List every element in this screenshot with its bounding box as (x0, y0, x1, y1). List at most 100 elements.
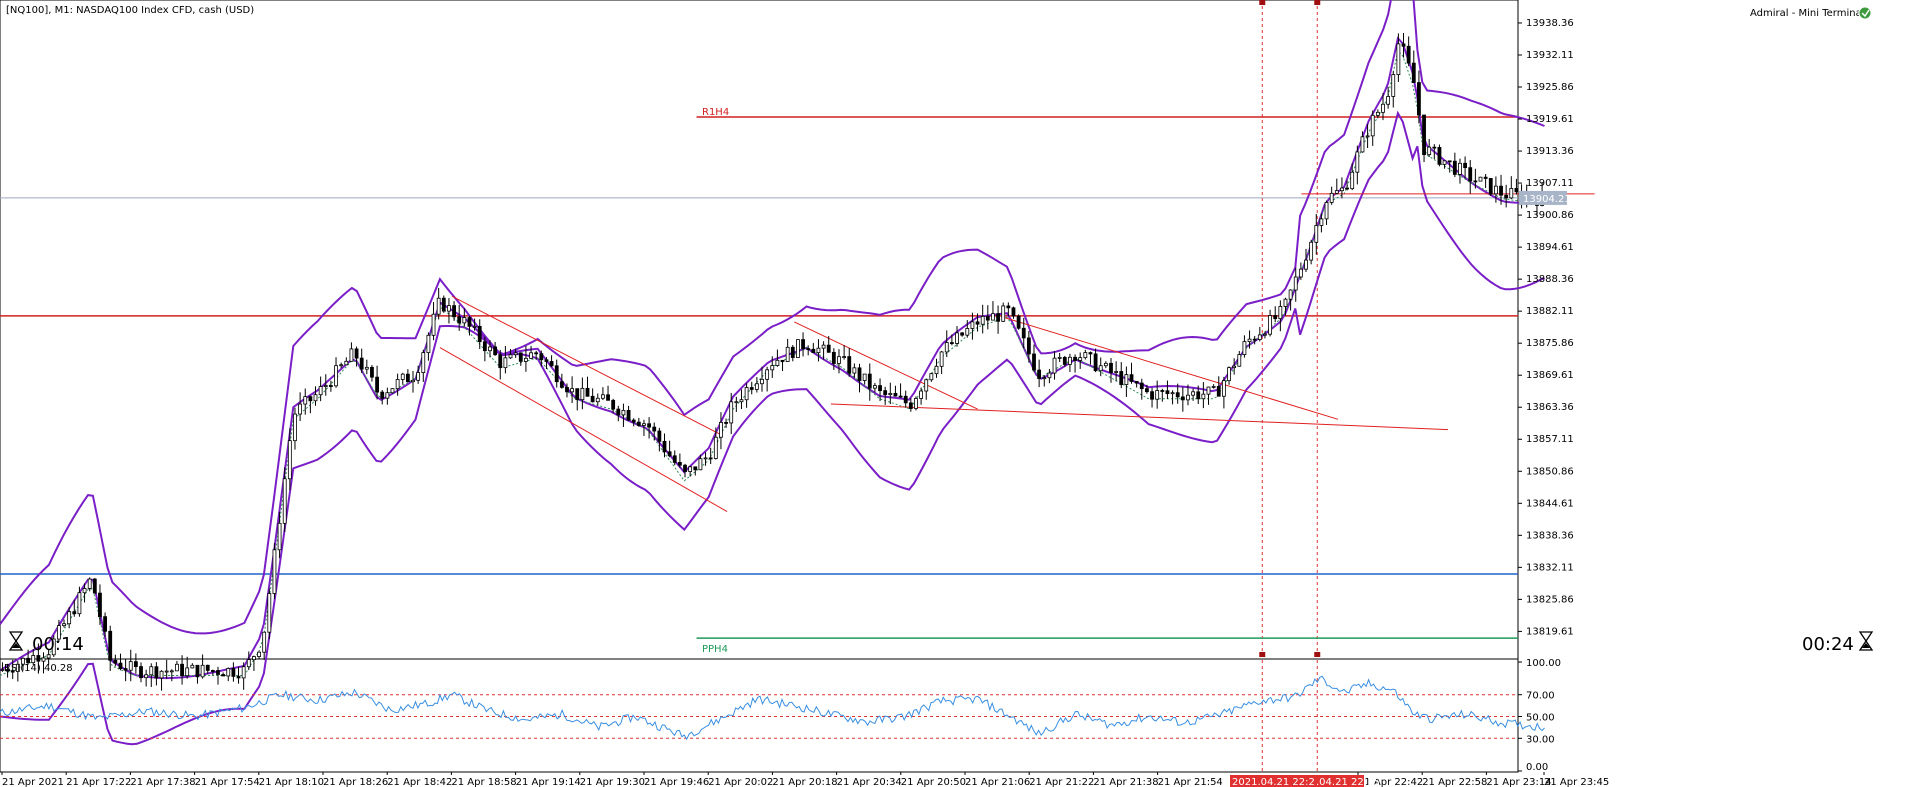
candle-body (903, 395, 908, 404)
candle-body (395, 379, 400, 390)
candle-body (513, 352, 518, 356)
candle-body (1052, 357, 1057, 374)
highlight-marker (1314, 0, 1321, 5)
price-tick-label: 13825.86 (1526, 594, 1574, 605)
candle-body (1109, 362, 1113, 373)
candle-body (98, 592, 102, 618)
candle-body (765, 369, 770, 380)
time-tick-label: 21 Apr 18:42 (387, 777, 452, 787)
candle-body (231, 668, 236, 677)
candle-body (1191, 391, 1196, 396)
candle-body (1442, 160, 1447, 165)
timer-left-text: 00:14 (32, 634, 84, 655)
candle-body (241, 666, 246, 679)
candle-body (642, 423, 646, 426)
candle-body (1273, 315, 1278, 320)
candle-body (878, 385, 882, 392)
candle-body (498, 354, 503, 369)
candle-body (811, 348, 816, 353)
candle-body (421, 352, 426, 373)
candle-body (631, 419, 636, 423)
price-tick-label: 13863.36 (1526, 402, 1574, 413)
candle-body (585, 387, 590, 397)
time-tick-label: 21 Apr 19:14 (516, 777, 581, 787)
candle-body (734, 401, 739, 404)
candle-body (457, 316, 462, 324)
time-tick-label: 21 Apr 20:02 (708, 777, 773, 787)
candle-body (1268, 315, 1272, 335)
candle-body (36, 655, 41, 662)
candle-body (1016, 315, 1021, 329)
candle-body (1411, 62, 1416, 83)
candle-body (246, 659, 251, 668)
price-tick-label: 13838.36 (1526, 530, 1574, 541)
highlight-time-1: 2021.04.21 22:21 (1230, 775, 1321, 787)
candle-body (1427, 146, 1432, 156)
candle-body (164, 670, 169, 673)
candle-body (595, 397, 600, 403)
candle-body (195, 664, 200, 678)
candle-body (1278, 306, 1283, 320)
candle-body (1381, 103, 1385, 113)
candle-body (354, 348, 359, 359)
candle-body (344, 360, 349, 366)
candle-body (1252, 338, 1257, 341)
candle-body (1011, 307, 1016, 317)
candle-body (1124, 374, 1129, 385)
candle-body (323, 385, 328, 387)
candle-body (621, 410, 626, 416)
candle-body (1155, 390, 1160, 400)
candle-body (575, 388, 580, 401)
candle-body (657, 430, 662, 442)
candle-body (1360, 136, 1365, 153)
candle-body (1509, 188, 1514, 199)
candle-body (677, 462, 682, 466)
candle-body (1370, 114, 1375, 137)
current-price-tag: 13904.21 (1519, 190, 1571, 205)
rsi-tick-label: 0.00 (1526, 762, 1548, 773)
terminal-label: Admiral - Mini Terminal (1750, 8, 1864, 19)
time-tick-label: 21 Apr 20:18 (772, 777, 837, 787)
candle-body (980, 315, 985, 325)
candle-body (708, 457, 713, 460)
candle-body (221, 674, 226, 677)
candle-body (549, 361, 554, 367)
candle-body (287, 440, 292, 480)
price-tick-label: 13875.86 (1526, 338, 1574, 349)
candle-body (1021, 327, 1026, 339)
price-axis: 13938.36 13932.11 13925.86 13919.61 13913.36… (1518, 18, 1574, 637)
candle-body (1432, 146, 1437, 149)
candle-body (816, 347, 821, 353)
candle-body (1134, 381, 1139, 384)
candle-body (929, 373, 934, 381)
candle-body (837, 356, 841, 364)
candle-body (1473, 180, 1478, 183)
candle-body (175, 663, 179, 672)
candle-body (1119, 371, 1124, 385)
terminal-icon[interactable] (1858, 6, 1872, 20)
candle-body (729, 401, 734, 424)
highlight-time-1-text: 2021.04.21 22:21 (1232, 777, 1321, 787)
candle-body (1037, 369, 1042, 379)
candle-body (390, 388, 395, 394)
candle-body (405, 373, 410, 383)
candle-body (1068, 356, 1072, 365)
candle-body (41, 657, 46, 662)
candle-body (133, 661, 138, 667)
candle-body (616, 408, 621, 416)
candle-body (570, 388, 575, 393)
candle-body (436, 297, 441, 315)
candle-body (26, 657, 31, 664)
candle-body (441, 297, 446, 312)
candle-body (908, 402, 913, 409)
candle-body (1201, 393, 1206, 400)
candle-body (1514, 188, 1519, 193)
candle-body (1293, 276, 1298, 291)
time-tick-label: 21 Apr 23:14 (1486, 777, 1551, 787)
candle-body (955, 332, 959, 344)
candle-body (452, 305, 456, 318)
candle-body (282, 478, 287, 524)
candle-body (801, 339, 805, 349)
time-tick-label: 21 Apr 21:38 (1093, 777, 1158, 787)
candle-body (862, 373, 867, 381)
